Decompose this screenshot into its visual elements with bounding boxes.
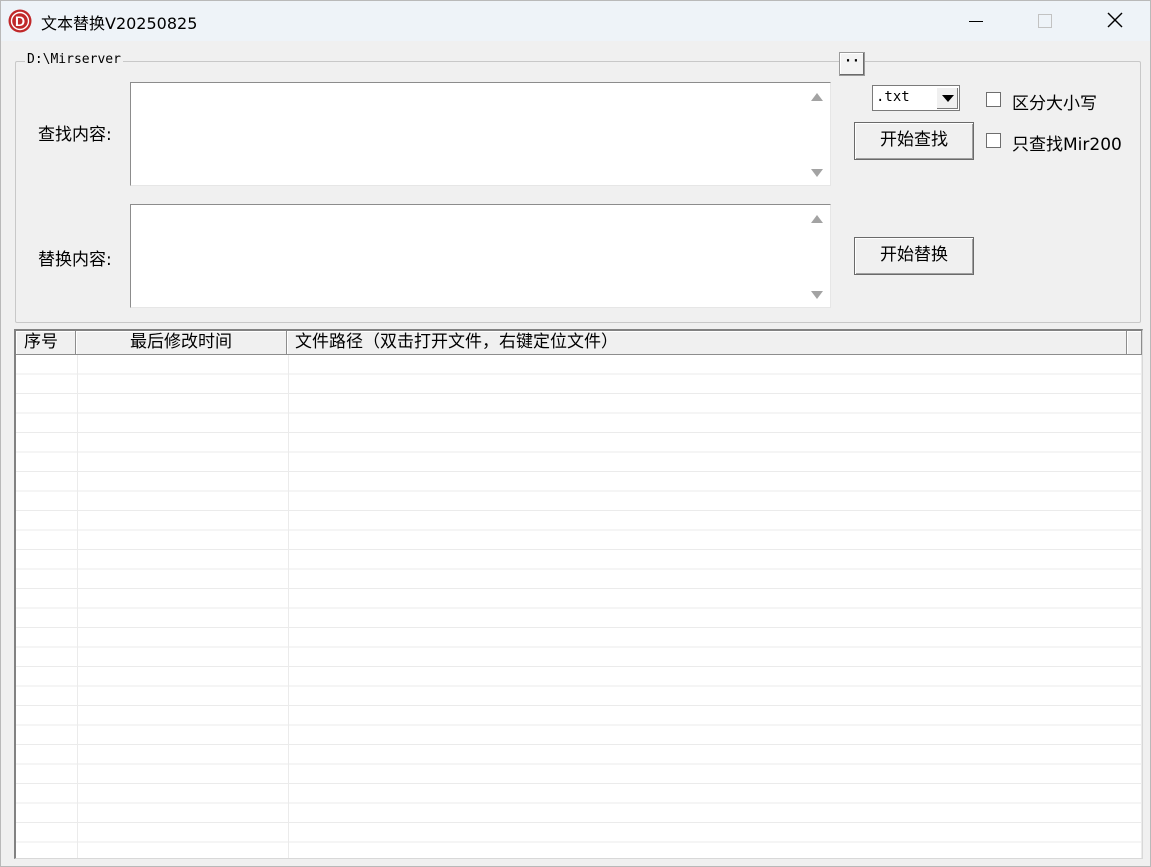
window-title: 文本替换V20250825 bbox=[41, 14, 198, 33]
replace-content-input[interactable] bbox=[131, 205, 803, 307]
caret-down-icon bbox=[942, 95, 954, 102]
find-content-input[interactable] bbox=[131, 83, 803, 185]
grid-divider bbox=[1141, 355, 1142, 858]
arrow-up-icon[interactable] bbox=[810, 92, 824, 102]
find-memo-scrollbar[interactable] bbox=[804, 83, 830, 185]
grid-divider bbox=[288, 355, 289, 858]
arrow-up-icon[interactable] bbox=[810, 214, 824, 224]
results-header: 序号 最后修改时间 文件路径（双击打开文件，右键定位文件） bbox=[16, 331, 1142, 355]
replace-content-label: 替换内容: bbox=[38, 250, 112, 270]
title-bar[interactable]: D 文本替换V20250825 bbox=[1, 1, 1150, 41]
column-header-file-path[interactable]: 文件路径（双击打开文件，右键定位文件） bbox=[287, 331, 1127, 355]
app-logo-letter: D bbox=[15, 13, 25, 29]
find-content-label: 查找内容: bbox=[38, 125, 112, 145]
browse-folder-button[interactable]: ·· bbox=[839, 52, 865, 76]
app-logo-icon: D bbox=[8, 9, 32, 33]
start-find-button[interactable]: 开始查找 bbox=[854, 122, 974, 160]
main-window: D 文本替换V20250825 D:\Mirserver ·· 查找内容: 替换… bbox=[0, 0, 1151, 867]
replace-content-memo[interactable] bbox=[130, 204, 831, 308]
close-icon bbox=[1107, 12, 1123, 28]
column-header-filler bbox=[1127, 331, 1142, 355]
only-mir200-checkbox-box[interactable] bbox=[986, 133, 1001, 148]
column-header-index[interactable]: 序号 bbox=[16, 331, 76, 355]
dropdown-button[interactable] bbox=[936, 87, 958, 109]
minimize-icon bbox=[969, 21, 983, 22]
close-button[interactable] bbox=[1080, 1, 1150, 41]
results-grid[interactable] bbox=[16, 355, 1142, 858]
arrow-down-icon[interactable] bbox=[810, 168, 824, 178]
case-sensitive-label[interactable]: 区分大小写 bbox=[1012, 89, 1097, 114]
results-listview[interactable]: 序号 最后修改时间 文件路径（双击打开文件，右键定位文件） bbox=[14, 329, 1143, 859]
directory-path-label: D:\Mirserver bbox=[25, 52, 123, 67]
maximize-icon bbox=[1038, 14, 1052, 28]
only-mir200-label[interactable]: 只查找Mir200 bbox=[1012, 130, 1122, 155]
replace-memo-scrollbar[interactable] bbox=[804, 205, 830, 307]
case-sensitive-checkbox-box[interactable] bbox=[986, 92, 1001, 107]
grid-divider bbox=[77, 355, 78, 858]
start-replace-button[interactable]: 开始替换 bbox=[854, 237, 974, 275]
arrow-down-icon[interactable] bbox=[810, 290, 824, 300]
find-content-memo[interactable] bbox=[130, 82, 831, 186]
file-extension-value: .txt bbox=[876, 89, 910, 105]
maximize-button[interactable] bbox=[1009, 1, 1079, 41]
minimize-button[interactable] bbox=[941, 1, 1011, 41]
column-header-modified-time[interactable]: 最后修改时间 bbox=[76, 331, 287, 355]
file-extension-select[interactable]: .txt bbox=[872, 85, 960, 111]
